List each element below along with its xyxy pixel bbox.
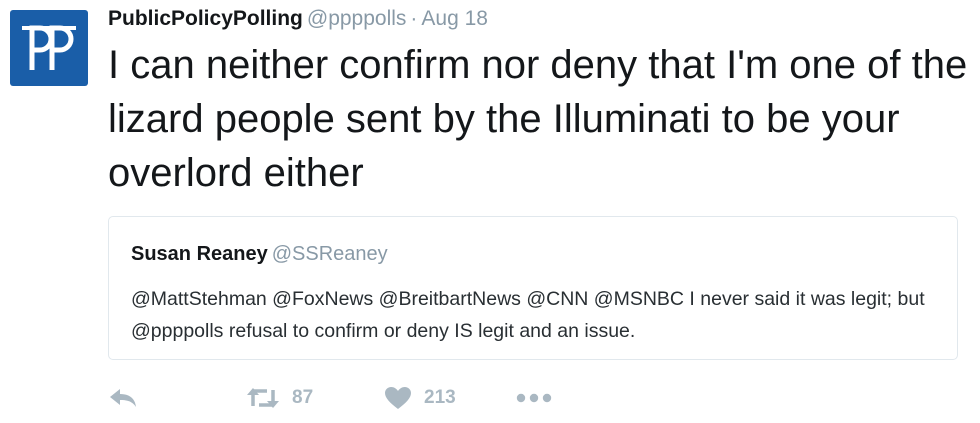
tweet-actions: 87 213 [108, 383, 608, 413]
author-handle[interactable]: @ppppolls [307, 7, 407, 30]
header-separator: · [410, 7, 418, 30]
author-name[interactable]: PublicPolicyPolling [108, 7, 303, 30]
like-button[interactable]: 213 [384, 383, 456, 413]
tweet-header: PublicPolicyPolling @ppppolls · Aug 18 [108, 6, 488, 32]
ppp-logo-icon [22, 25, 76, 70]
more-dots-icon [516, 393, 552, 403]
like-count: 213 [424, 387, 456, 408]
retweet-count: 87 [292, 387, 314, 408]
reply-button[interactable] [108, 383, 138, 413]
retweet-icon [247, 388, 279, 408]
retweet-button[interactable]: 87 [246, 383, 313, 413]
quoted-author-name: Susan Reaney [131, 243, 268, 265]
heart-icon [385, 387, 411, 409]
reply-icon [110, 389, 136, 407]
quoted-author-handle: @SSReaney [271, 243, 388, 265]
tweet-date[interactable]: Aug 18 [421, 7, 488, 30]
quoted-tweet-text: @MattStehman @FoxNews @BreitbartNews @CN… [131, 288, 925, 342]
quoted-tweet[interactable]: Susan Reaney @SSReaney @MattStehman @FoxN… [108, 216, 958, 360]
avatar[interactable] [10, 10, 88, 86]
tweet-text: I can neither confirm nor deny that I'm … [108, 43, 968, 195]
more-button[interactable] [516, 383, 552, 413]
quoted-tweet-header: Susan Reaney @SSReaney [131, 241, 388, 267]
